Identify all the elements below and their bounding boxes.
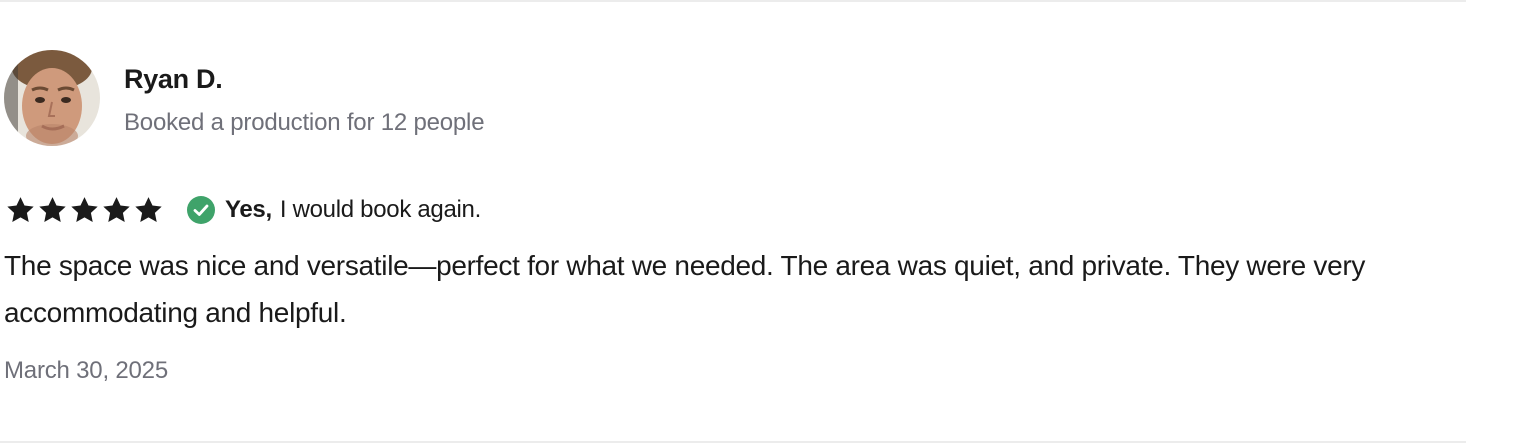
reviewer-name[interactable]: Ryan D.: [124, 64, 223, 95]
rebook-text: I would book again.: [279, 196, 481, 223]
review-card: Ryan D. Booked a production for 12 peopl…: [0, 0, 1538, 444]
star-icon: [6, 196, 35, 224]
star-icon: [38, 196, 67, 224]
bottom-divider: [0, 441, 1466, 443]
check-circle-icon: [187, 196, 215, 224]
top-divider: [0, 0, 1466, 2]
star-rating: [6, 196, 163, 224]
star-icon: [70, 196, 99, 224]
rebook-indicator: Yes, I would book again.: [187, 196, 481, 224]
avatar-photo: [4, 50, 100, 146]
rating-row: Yes, I would book again.: [6, 193, 481, 227]
star-icon: [134, 196, 163, 224]
rebook-yes-label: Yes,: [225, 196, 272, 223]
avatar[interactable]: [4, 50, 100, 146]
review-date: March 30, 2025: [4, 357, 168, 384]
star-icon: [102, 196, 131, 224]
booking-info: Booked a production for 12 people: [124, 109, 485, 136]
review-body: The space was nice and versatile—perfect…: [4, 250, 1366, 328]
